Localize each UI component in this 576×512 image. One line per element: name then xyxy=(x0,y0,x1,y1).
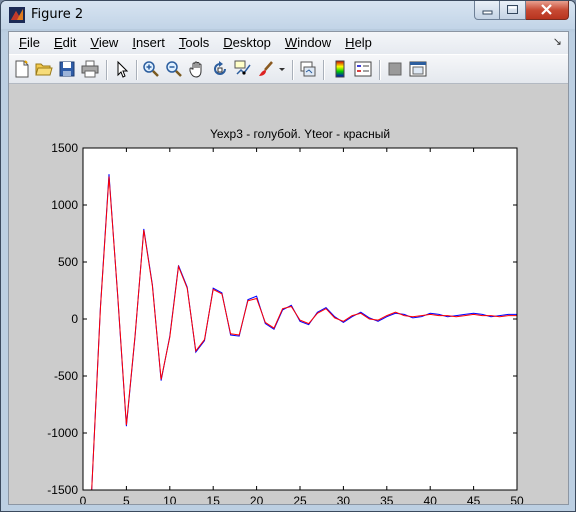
x-tick-label: 10 xyxy=(163,494,177,504)
brush-dropdown-icon[interactable] xyxy=(277,60,287,78)
figure-canvas: Yexp3 - голубой. Yteor - красный 0 5 10 15 2… xyxy=(9,85,568,508)
x-tick-label: 0 xyxy=(80,494,87,504)
x-tick-label: 45 xyxy=(467,494,481,504)
x-tick-label: 15 xyxy=(207,494,221,504)
close-button[interactable] xyxy=(526,1,569,20)
maximize-button[interactable] xyxy=(500,1,526,20)
zoom-out-icon[interactable] xyxy=(165,60,183,78)
menu-window[interactable]: Window xyxy=(278,32,338,54)
matlab-icon xyxy=(9,7,25,23)
y-tick-label: -1500 xyxy=(47,483,78,497)
minimize-button[interactable] xyxy=(474,1,500,20)
menu-insert[interactable]: Insert xyxy=(125,32,172,54)
y-tick-label: -1000 xyxy=(47,426,78,440)
legend-icon[interactable] xyxy=(354,60,372,78)
colorbar-icon[interactable] xyxy=(331,60,349,78)
x-tick-label: 25 xyxy=(293,494,307,504)
y-tick-label: 1500 xyxy=(51,141,78,155)
menu-bar: File Edit View Insert Tools Desktop Wind… xyxy=(9,32,568,54)
window-controls xyxy=(474,1,569,21)
x-tick-label: 30 xyxy=(337,494,351,504)
y-tick-label: -500 xyxy=(54,369,78,383)
dock-arrow-icon[interactable]: ↘ xyxy=(553,35,562,48)
data-cursor-icon[interactable] xyxy=(234,60,252,78)
close-icon xyxy=(541,4,552,15)
new-figure-icon[interactable] xyxy=(13,60,31,78)
toolbar-separator xyxy=(323,60,325,80)
menu-edit[interactable]: Edit xyxy=(47,32,83,54)
zoom-in-icon[interactable] xyxy=(142,60,160,78)
pan-hand-icon[interactable] xyxy=(188,60,206,78)
figure-window: Figure 2 File Edit View Insert Tools Des… xyxy=(0,0,576,512)
toolbar-separator xyxy=(106,60,108,80)
print-icon[interactable] xyxy=(81,60,99,78)
x-tick-label: 50 xyxy=(510,494,524,504)
figure-toolbar xyxy=(9,54,568,84)
menu-desktop[interactable]: Desktop xyxy=(216,32,278,54)
menu-help[interactable]: Help xyxy=(338,32,379,54)
y-tick-label: 0 xyxy=(71,312,78,326)
x-tick-label: 5 xyxy=(123,494,130,504)
chart-title: Yexp3 - голубой. Yteor - красный xyxy=(210,127,390,141)
title-bar[interactable]: Figure 2 xyxy=(1,1,575,29)
x-tick-label: 20 xyxy=(250,494,264,504)
show-plot-tools-icon[interactable] xyxy=(409,60,427,78)
save-icon[interactable] xyxy=(58,60,76,78)
edit-plot-arrow-icon[interactable] xyxy=(113,60,131,78)
rotate-3d-icon[interactable] xyxy=(211,60,229,78)
plot-svg: Yexp3 - голубой. Yteor - красный 0 5 10 15 2… xyxy=(47,127,524,508)
menu-file[interactable]: File xyxy=(12,32,47,54)
minimize-icon xyxy=(482,10,493,15)
y-tick-label: 1000 xyxy=(51,198,78,212)
window-title: Figure 2 xyxy=(31,7,84,22)
menu-tools[interactable]: Tools xyxy=(172,32,216,54)
toolbar-separator xyxy=(292,60,294,80)
brush-icon[interactable] xyxy=(257,60,275,78)
hide-plot-tools-icon[interactable] xyxy=(386,60,404,78)
x-tick-label: 40 xyxy=(424,494,438,504)
link-plot-icon[interactable] xyxy=(299,60,317,78)
menu-view[interactable]: View xyxy=(83,32,125,54)
axes-background xyxy=(83,148,517,490)
open-file-icon[interactable] xyxy=(35,60,53,78)
figure-client-area: File Edit View Insert Tools Desktop Wind… xyxy=(8,31,569,508)
toolbar-separator xyxy=(379,60,381,80)
x-tick-label: 35 xyxy=(380,494,394,504)
maximize-icon xyxy=(507,5,518,14)
y-tick-label: 500 xyxy=(58,255,78,269)
toolbar-separator xyxy=(136,60,138,80)
